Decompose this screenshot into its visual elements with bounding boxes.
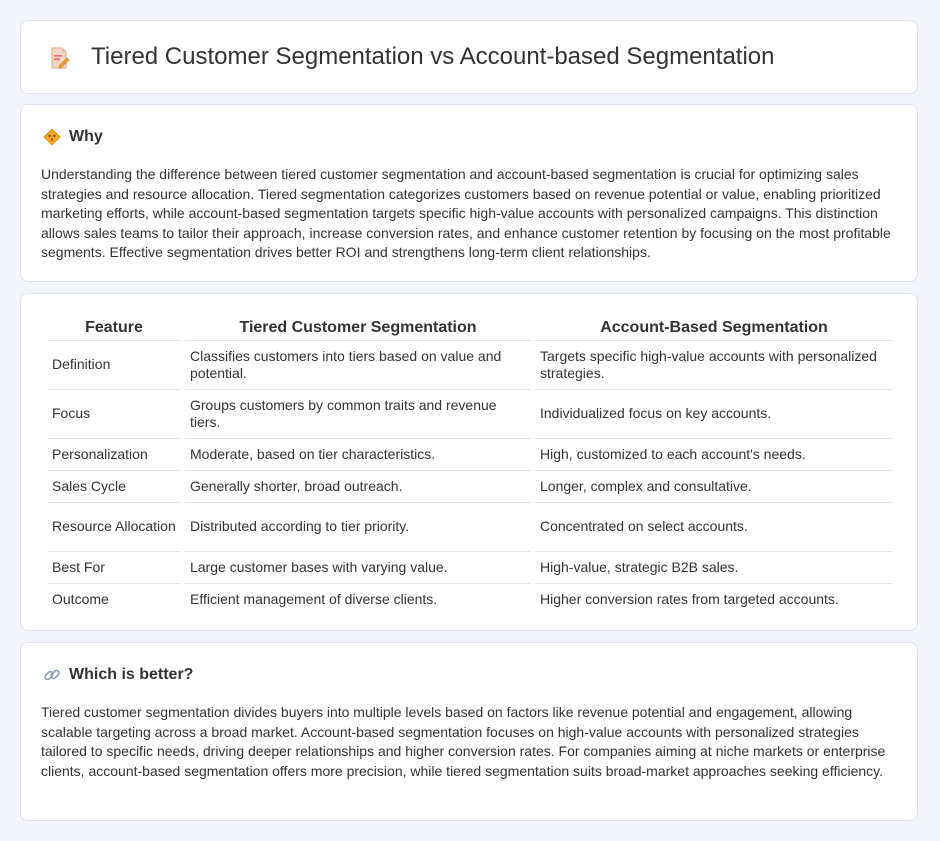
table-row: Sales Cycle Generally shorter, broad out… bbox=[47, 471, 893, 503]
header-feature: Feature bbox=[47, 314, 181, 341]
row-tiered: Efficient management of diverse clients. bbox=[190, 590, 438, 607]
row-feature: Personalization bbox=[47, 439, 181, 471]
comparison-table: Feature Tiered Customer Segmentation Acc… bbox=[43, 314, 897, 615]
row-tiered: Generally shorter, broad outreach. bbox=[185, 471, 531, 503]
why-body: Understanding the difference between tie… bbox=[41, 166, 891, 261]
row-account-based: Longer, complex and consultative. bbox=[535, 471, 893, 503]
row-feature: Focus bbox=[47, 390, 181, 439]
why-header: Why bbox=[43, 128, 103, 146]
row-tiered: Groups customers by common traits and re… bbox=[185, 390, 531, 439]
table-row: Personalization Moderate, based on tier … bbox=[47, 439, 893, 471]
diamond-warning-icon bbox=[43, 128, 61, 146]
table-row: Outcome Efficient management of diverse … bbox=[47, 584, 893, 615]
row-tiered: Distributed according to tier priority. bbox=[185, 503, 531, 552]
row-tiered: Large customer bases with varying value. bbox=[185, 552, 531, 584]
row-tiered: Moderate, based on tier characteristics. bbox=[185, 439, 531, 471]
row-account-based: High-value, strategic B2B sales. bbox=[535, 552, 893, 584]
better-header: Which is better? bbox=[43, 666, 193, 684]
row-feature: Best For bbox=[47, 552, 181, 584]
row-feature: Sales Cycle bbox=[47, 471, 181, 503]
link-icon bbox=[44, 669, 60, 681]
row-account-based: High, customized to each account's needs… bbox=[535, 439, 893, 471]
row-account-based: Higher conversion rates from targeted ac… bbox=[540, 590, 839, 607]
row-feature: Definition bbox=[47, 341, 181, 390]
row-account-based: Concentrated on select accounts. bbox=[535, 503, 893, 552]
row-feature: Resource Allocation bbox=[47, 503, 181, 552]
better-heading: Which is better? bbox=[69, 666, 194, 683]
row-account-based: Individualized focus on key accounts. bbox=[535, 390, 893, 439]
table-row: Definition Classifies customers into tie… bbox=[47, 341, 893, 390]
page-title: Tiered Customer Segmentation vs Account-… bbox=[91, 43, 775, 70]
better-body: Tiered customer segmentation divides buy… bbox=[41, 704, 886, 779]
header-tiered: Tiered Customer Segmentation bbox=[185, 314, 531, 341]
title-card: Tiered Customer Segmentation vs Account-… bbox=[20, 20, 918, 94]
table-header-row: Feature Tiered Customer Segmentation Acc… bbox=[47, 314, 893, 341]
why-heading: Why bbox=[69, 128, 103, 145]
which-is-better-section: Which is better? Tiered customer segment… bbox=[20, 642, 918, 821]
table-row: Best For Large customer bases with varyi… bbox=[47, 552, 893, 584]
header-account-based: Account-Based Segmentation bbox=[535, 314, 893, 341]
comparison-table-card: Feature Tiered Customer Segmentation Acc… bbox=[20, 293, 918, 631]
row-feature: Outcome bbox=[52, 590, 109, 607]
row-account-based: Targets specific high-value accounts wit… bbox=[535, 341, 893, 390]
table-row: Resource Allocation Distributed accordin… bbox=[47, 503, 893, 552]
table-row: Focus Groups customers by common traits … bbox=[47, 390, 893, 439]
why-section: Why Understanding the difference between… bbox=[20, 104, 918, 282]
document-edit-icon bbox=[51, 47, 70, 69]
row-tiered: Classifies customers into tiers based on… bbox=[185, 341, 531, 390]
